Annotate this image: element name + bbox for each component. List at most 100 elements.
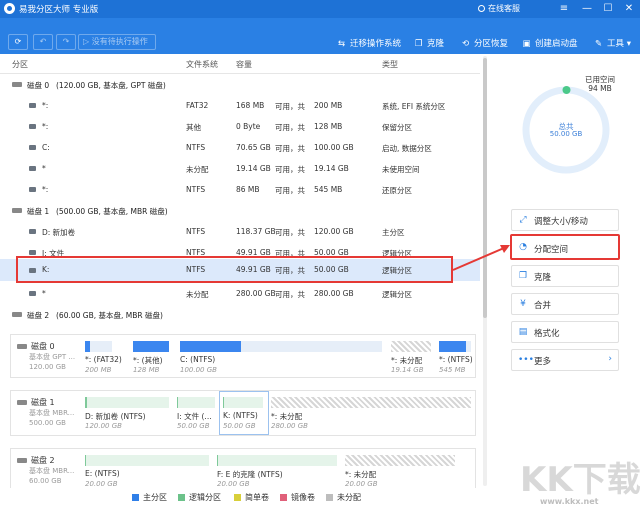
legend-label: 简单卷	[245, 493, 269, 502]
format-button[interactable]: ▤ 格式化	[511, 321, 619, 343]
col-type[interactable]: 类型	[382, 59, 398, 70]
online-support-link[interactable]: 在线客服	[478, 3, 520, 14]
partition-bar	[177, 397, 215, 408]
disk-map-type: 基本盘 MBR...	[29, 467, 75, 475]
partition-bar	[133, 341, 169, 352]
partition-free: 86 MB	[236, 185, 260, 194]
disk-row-2[interactable]: 磁盘 2 (60.00 GB, 基本盘, MBR 磁盘)	[0, 304, 480, 325]
resize-move-label: 调整大小/移动	[534, 217, 588, 227]
disk-map-label: 磁盘 2	[31, 456, 55, 465]
resize-move-button[interactable]: ⤢ 调整大小/移动	[511, 209, 619, 231]
tools-button[interactable]: ✎ 工具 ▾	[593, 37, 631, 49]
disk-info: (60.00 GB, 基本盘, MBR 磁盘)	[56, 311, 163, 320]
total-value: 50.00 GB	[549, 130, 583, 138]
partition-row[interactable]: * 未分配 280.00 GB 可用，共 280.00 GB 逻辑分区	[0, 283, 480, 304]
partition-bar	[85, 341, 112, 352]
clone-partition-button[interactable]: ❐ 克隆	[511, 265, 619, 287]
col-capacity[interactable]: 容量	[236, 59, 252, 70]
partition-icon	[29, 103, 36, 108]
scrollbar-thumb[interactable]	[483, 58, 487, 318]
partition-icon	[29, 124, 36, 129]
disk-map-label: 磁盘 1	[31, 398, 55, 407]
undo-button[interactable]: ↶	[33, 34, 53, 50]
migrate-os-button[interactable]: ⇆ 迁移操作系统	[336, 37, 401, 49]
partition-size: 545 MB	[439, 366, 466, 374]
disk-icon	[17, 458, 27, 463]
partition-free: 19.14 GB	[236, 164, 271, 173]
partition-type: 保留分区	[382, 123, 412, 132]
disk-map-type: 基本盘 GPT ...	[29, 353, 76, 361]
partition-total: 128 MB	[314, 122, 343, 131]
partition-recovery-button[interactable]: ⟲ 分区恢复	[460, 37, 508, 49]
partition-row[interactable]: *: 其他 0 Byte 可用，共 128 MB 保留分区	[0, 116, 480, 137]
disk-info: (500.00 GB, 基本盘, MBR 磁盘)	[56, 207, 168, 216]
clone-icon: ❐	[414, 39, 423, 49]
col-filesystem[interactable]: 文件系统	[186, 59, 218, 70]
partition-name: K: (NTFS)	[223, 411, 258, 420]
partition-table-header: 分区 文件系统 容量 类型	[0, 54, 480, 74]
partition-fill	[180, 341, 241, 352]
legend-swatch	[178, 494, 185, 501]
partition-row[interactable]: *: NTFS 86 MB 可用，共 545 MB 还原分区	[0, 179, 480, 200]
partition-fill	[133, 341, 169, 352]
partition-row[interactable]: *: FAT32 168 MB 可用，共 200 MB 系统, EFI 系统分区	[0, 95, 480, 116]
partition-bar	[271, 397, 471, 408]
disk-map-2: 磁盘 2 基本盘 MBR... 60.00 GB E: (NTFS) 20.00…	[10, 448, 476, 488]
redo-button[interactable]: ↷	[56, 34, 76, 50]
partition-type: 未使用空间	[382, 165, 420, 174]
col-partition[interactable]: 分区	[12, 59, 28, 70]
partition-size: 50.00 GB	[177, 422, 210, 430]
more-button[interactable]: ••• 更多 ›	[511, 349, 619, 371]
partition-recovery-label: 分区恢复	[474, 39, 509, 49]
merge-icon: ¥	[520, 299, 526, 309]
disk-name: 磁盘 0	[27, 81, 50, 90]
allocate-space-button[interactable]: ◔ 分配空间	[510, 234, 620, 260]
partition-sep: 可用，共	[275, 144, 305, 153]
support-label: 在线客服	[488, 4, 520, 13]
clone-icon: ❐	[518, 271, 528, 281]
disk-icon	[12, 82, 22, 87]
migrate-icon: ⇆	[337, 39, 346, 49]
partition-row[interactable]: C: NTFS 70.65 GB 可用，共 100.00 GB 启动, 数据分区	[0, 137, 480, 158]
partition-type: 主分区	[382, 228, 405, 237]
refresh-button[interactable]: ⟳	[8, 34, 28, 50]
legend-item: 主分区	[132, 492, 167, 503]
partition-row[interactable]: * 未分配 19.14 GB 可用，共 19.14 GB 未使用空间	[0, 158, 480, 179]
disk-map-0: 磁盘 0 基本盘 GPT ... 120.00 GB *: (FAT32) 20…	[10, 334, 476, 378]
watermark-logo: KK下载	[520, 460, 640, 500]
disk-row-1[interactable]: 磁盘 1 (500.00 GB, 基本盘, MBR 磁盘)	[0, 200, 480, 221]
partition-name: *: (FAT32)	[85, 355, 122, 364]
minimize-icon[interactable]: —	[580, 2, 594, 16]
create-bootdisk-label: 创建启动盘	[535, 39, 578, 49]
bootdisk-icon: ▣	[522, 39, 531, 49]
pending-operations-button[interactable]: ▷ 没有待执行操作	[78, 34, 156, 50]
disk-row-0[interactable]: 磁盘 0 (120.00 GB, 基本盘, GPT 磁盘)	[0, 74, 480, 95]
partition-name: *:	[42, 185, 49, 194]
legend-item: 简单卷	[234, 492, 269, 503]
partition-bar	[85, 397, 169, 408]
partition-icon	[29, 229, 36, 234]
partition-fs: FAT32	[186, 101, 209, 110]
partition-free: 70.65 GB	[236, 143, 271, 152]
partition-free: 280.00 GB	[236, 289, 276, 298]
close-icon[interactable]: ✕	[622, 2, 636, 16]
partition-row[interactable]: D: 新加卷 NTFS 118.37 GB 可用，共 120.00 GB 主分区	[0, 221, 480, 242]
partition-name: *: 未分配	[345, 470, 377, 479]
menu-icon[interactable]: ≡	[557, 2, 571, 16]
partition-size: 200 MB	[85, 366, 112, 374]
merge-button[interactable]: ¥ 合并	[511, 293, 619, 315]
partition-size: 280.00 GB	[271, 422, 308, 430]
partition-size: 120.00 GB	[85, 422, 122, 430]
partition-name: *:	[42, 122, 49, 131]
create-bootdisk-button[interactable]: ▣ 创建启动盘	[521, 37, 578, 49]
partition-name: *: (NTFS)	[439, 355, 473, 364]
clone-partition-label: 克隆	[534, 273, 552, 283]
partition-sep: 可用，共	[275, 228, 305, 237]
legend-label: 镜像卷	[291, 493, 315, 502]
partition-bar	[439, 341, 471, 352]
maximize-icon[interactable]: ☐	[601, 2, 615, 16]
clone-label: 克隆	[427, 39, 445, 49]
tools-label: 工具	[607, 39, 625, 49]
disk-map-label: 磁盘 0	[31, 342, 55, 351]
clone-button[interactable]: ❐ 克隆	[413, 37, 444, 49]
